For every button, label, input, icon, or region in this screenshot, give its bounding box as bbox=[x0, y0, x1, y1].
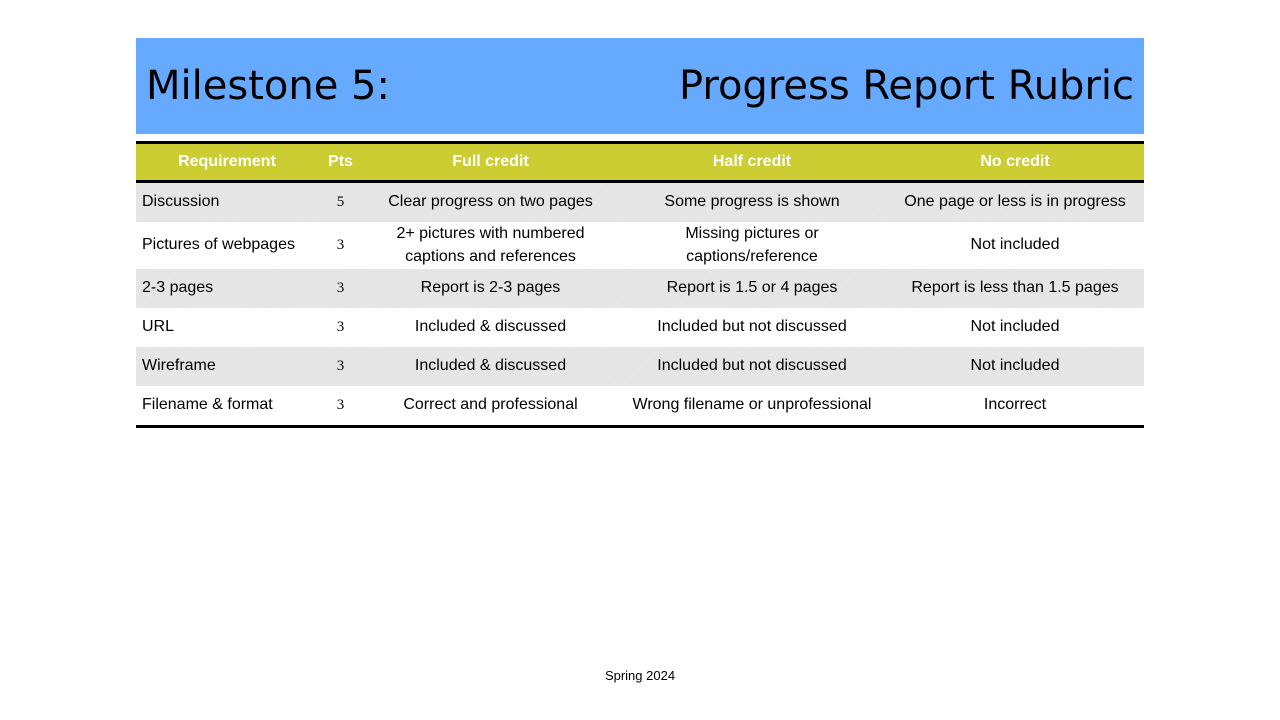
cell-full-credit: Report is 2-3 pages bbox=[363, 269, 618, 308]
slide: Milestone 5: Progress Report Rubric Requ… bbox=[0, 0, 1280, 720]
cell-requirement: URL bbox=[142, 318, 175, 336]
cell-pts: 3 bbox=[336, 319, 345, 335]
cell-no-credit: Incorrect bbox=[983, 396, 1047, 414]
cell-no-credit: Not included bbox=[886, 347, 1144, 386]
cell-no-credit: One page or less is in progress bbox=[886, 181, 1144, 222]
cell-pts: 3 bbox=[336, 397, 345, 413]
cell-requirement: Filename & format bbox=[142, 396, 273, 414]
table-row: 2-3 pages 3 Report is 2-3 pages Report i… bbox=[136, 269, 1144, 308]
footer-date: Spring 2024 bbox=[604, 668, 676, 683]
cell-full-credit: Correct and professional bbox=[403, 396, 578, 414]
table-row: Discussion 5 Clear progress on two pages… bbox=[136, 181, 1144, 222]
table-row: URL 3 Included & discussed Included but … bbox=[136, 308, 1144, 347]
header-full-credit: Full credit bbox=[363, 142, 618, 183]
cell-requirement: Wireframe bbox=[136, 347, 318, 386]
cell-full-credit: 2+ pictures with numbered captions and r… bbox=[396, 225, 585, 265]
cell-full-credit: Clear progress on two pages bbox=[363, 181, 618, 222]
cell-full-credit: Included & discussed bbox=[414, 318, 567, 336]
cell-half-credit: Included but not discussed bbox=[618, 347, 886, 386]
table-row: Filename & format 3 Correct and professi… bbox=[136, 386, 1144, 427]
cell-no-credit: Not included bbox=[970, 318, 1060, 336]
cell-half-credit: Some progress is shown bbox=[618, 181, 886, 222]
cell-requirement: Discussion bbox=[136, 181, 318, 222]
cell-pts: 5 bbox=[318, 181, 363, 222]
title-rubric: Progress Report Rubric bbox=[678, 63, 1134, 109]
cell-pts: 3 bbox=[336, 237, 345, 253]
cell-half-credit: Report is 1.5 or 4 pages bbox=[618, 269, 886, 308]
cell-no-credit: Not included bbox=[970, 236, 1060, 254]
header-pts: Pts bbox=[318, 142, 363, 183]
cell-pts: 3 bbox=[318, 347, 363, 386]
cell-no-credit: Report is less than 1.5 pages bbox=[886, 269, 1144, 308]
cell-pts: 3 bbox=[318, 269, 363, 308]
header-half-credit: Half credit bbox=[618, 142, 886, 183]
title-bar: Milestone 5: Progress Report Rubric bbox=[136, 38, 1144, 134]
header-no-credit: No credit bbox=[886, 142, 1144, 183]
header-requirement: Requirement bbox=[136, 142, 318, 183]
table-row: Pictures of webpages 3 2+ pictures with … bbox=[136, 222, 1144, 269]
rubric-table: Requirement Pts Full credit Half credit … bbox=[136, 141, 1144, 428]
cell-half-credit: Wrong filename or unprofessional bbox=[632, 396, 872, 414]
cell-full-credit: Included & discussed bbox=[363, 347, 618, 386]
cell-requirement: 2-3 pages bbox=[136, 269, 318, 308]
table-row: Wireframe 3 Included & discussed Include… bbox=[136, 347, 1144, 386]
title-milestone: Milestone 5: bbox=[146, 63, 390, 109]
table-header-row: Requirement Pts Full credit Half credit … bbox=[136, 142, 1144, 183]
cell-half-credit: Missing pictures or captions/reference bbox=[685, 225, 819, 265]
cell-half-credit: Included but not discussed bbox=[657, 318, 847, 336]
cell-requirement: Pictures of webpages bbox=[142, 236, 295, 254]
